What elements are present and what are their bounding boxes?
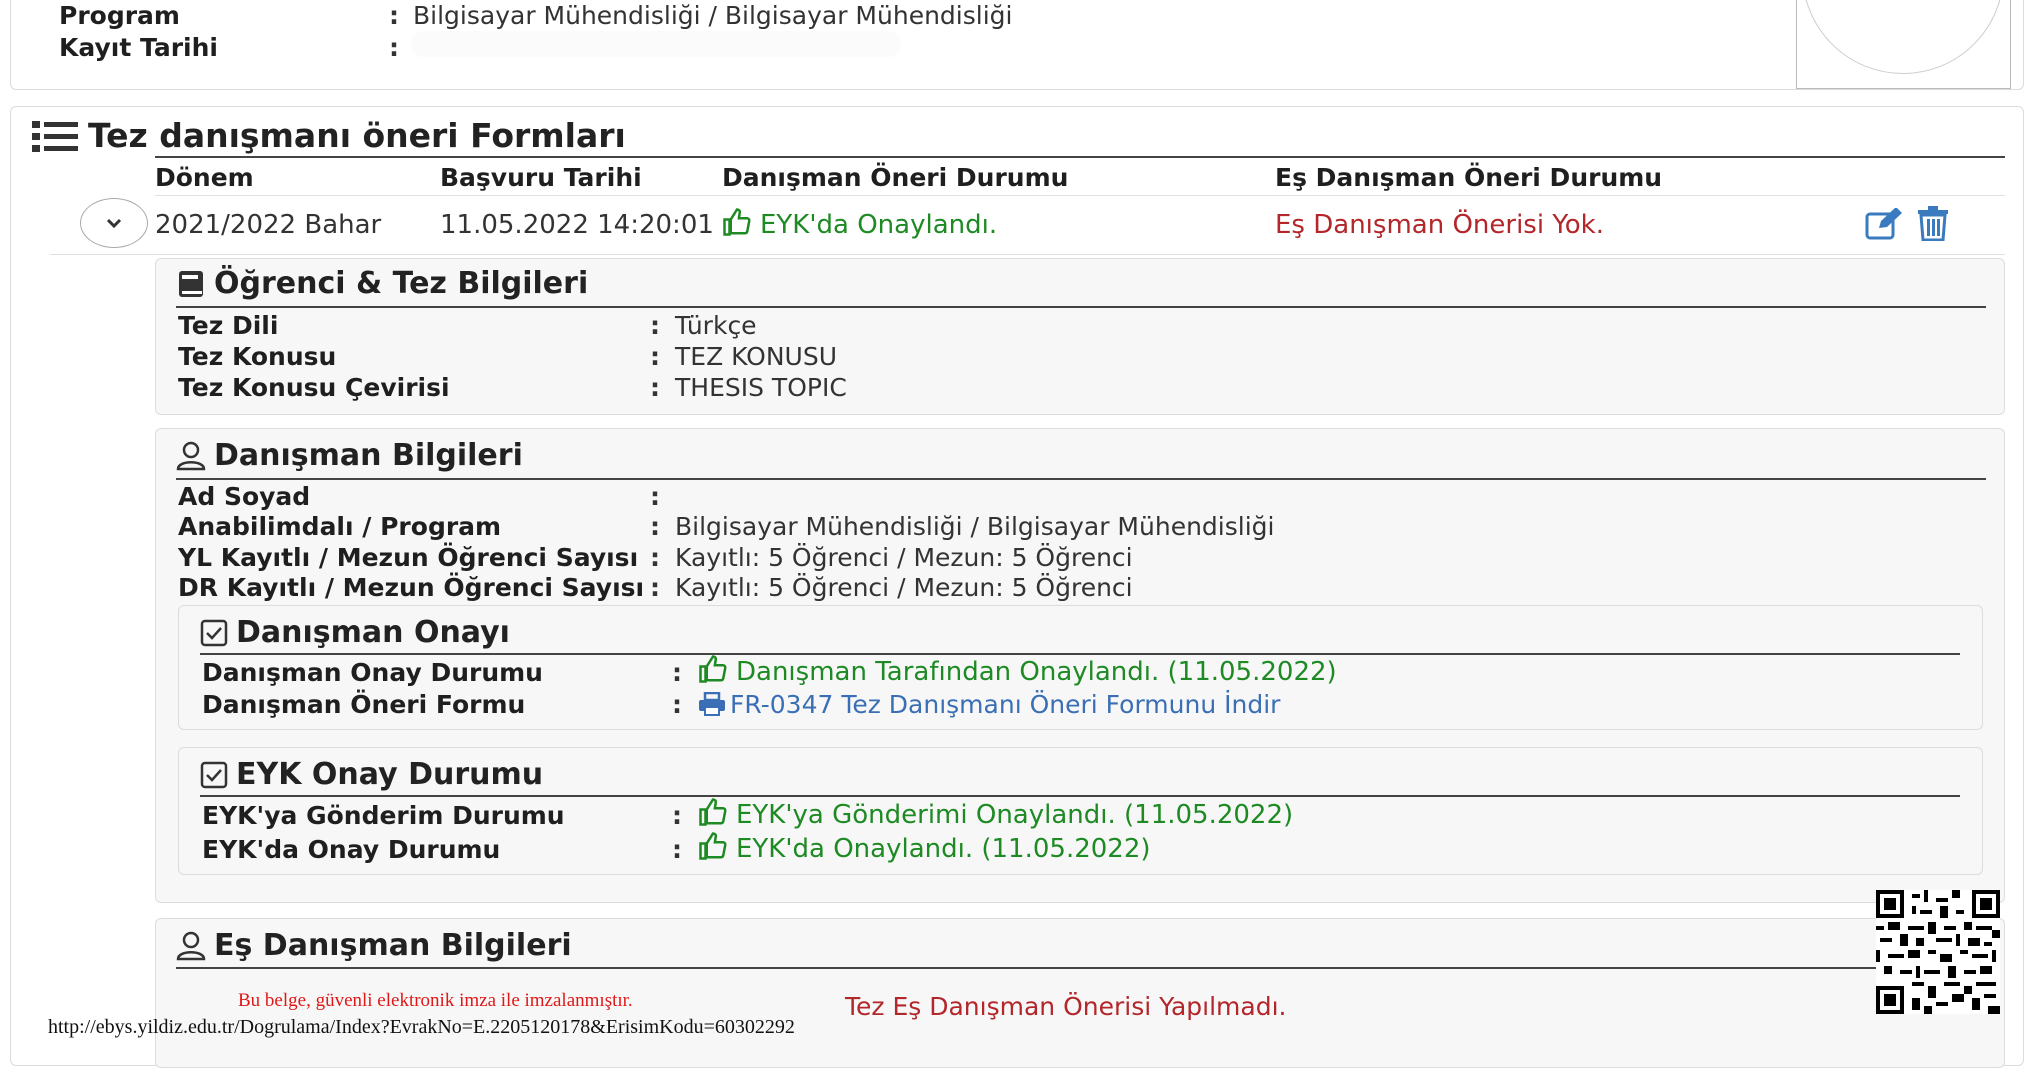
tez-konusu-colon: : bbox=[650, 342, 660, 371]
danisman-title-text: Danışman Bilgileri bbox=[214, 438, 523, 473]
eyk-onay-durumu-colon: : bbox=[672, 835, 682, 864]
row-es-danisman-durum: Eş Danışman Önerisi Yok. bbox=[1275, 210, 1604, 240]
chevron-down-icon bbox=[106, 218, 122, 228]
danisman-rule bbox=[176, 478, 1986, 480]
table-row-line bbox=[50, 254, 2005, 255]
tez-konusu-value: TEZ KONUSU bbox=[675, 342, 838, 371]
dr-sayisi-colon: : bbox=[650, 573, 660, 602]
checkbox-icon bbox=[200, 619, 228, 646]
ogrenci-tez-rule bbox=[176, 306, 1986, 308]
eyk-onay-title-text: EYK Onay Durumu bbox=[236, 757, 544, 792]
book-icon bbox=[179, 270, 203, 297]
anabilimdali-value: Bilgisayar Mühendisliği / Bilgisayar Müh… bbox=[675, 512, 1275, 541]
es-danisman-title-text: Eş Danışman Bilgileri bbox=[214, 928, 572, 963]
forms-section-title-text: Tez danışmanı öneri Formları bbox=[88, 116, 626, 155]
trash-icon[interactable] bbox=[1917, 205, 1949, 241]
row-danisman-durum: EYK'da Onaylandı. bbox=[722, 207, 997, 240]
anabilimdali-colon: : bbox=[650, 512, 660, 541]
download-form-link-text: FR-0347 Tez Danışmanı Öneri Formunu İndi… bbox=[730, 690, 1281, 719]
student-info-panel: Program : Bilgisayar Mühendisliği / Bilg… bbox=[10, 0, 2024, 90]
eyk-gonderim-text: EYK'ya Gönderimi Onaylandı. (11.05.2022) bbox=[736, 800, 1294, 830]
dr-sayisi-value: Kayıtlı: 5 Öğrenci / Mezun: 5 Öğrenci bbox=[675, 573, 1133, 602]
program-label: Program bbox=[59, 1, 180, 30]
dr-sayisi-label: DR Kayıtlı / Mezun Öğrenci Sayısı bbox=[178, 573, 645, 602]
verify-url[interactable]: http://ebys.yildiz.edu.tr/Dogrulama/Inde… bbox=[48, 1016, 795, 1039]
es-danisman-rule bbox=[176, 967, 1986, 969]
user-icon bbox=[176, 931, 206, 960]
tez-dili-colon: : bbox=[650, 311, 660, 340]
danisman-onay-durumu-label: Danışman Onay Durumu bbox=[202, 658, 543, 687]
thumbs-up-icon bbox=[723, 208, 751, 236]
ogrenci-tez-title: Öğrenci & Tez Bilgileri bbox=[176, 266, 588, 301]
user-icon bbox=[176, 441, 206, 470]
eyk-gonderim-label: EYK'ya Gönderim Durumu bbox=[202, 801, 565, 830]
danisman-onay-durumu-colon: : bbox=[672, 658, 682, 687]
ogrenci-tez-title-text: Öğrenci & Tez Bilgileri bbox=[214, 266, 589, 301]
danisman-onay-durumu-value: Danışman Tarafından Onaylandı. (11.05.20… bbox=[698, 654, 1337, 687]
danisman-oneri-formu-label: Danışman Öneri Formu bbox=[202, 690, 526, 719]
qr-code bbox=[1876, 890, 2000, 1014]
eyk-gonderim-value: EYK'ya Gönderimi Onaylandı. (11.05.2022) bbox=[698, 797, 1293, 830]
yl-sayisi-label: YL Kayıtlı / Mezun Öğrenci Sayısı bbox=[178, 543, 639, 572]
thumbs-up-icon bbox=[699, 655, 727, 683]
tez-konusu-cevirisi-label: Tez Konusu Çevirisi bbox=[178, 373, 450, 402]
es-danisman-title: Eş Danışman Bilgileri bbox=[176, 928, 572, 963]
col-header-danisman-durum: Danışman Öneri Durumu bbox=[722, 163, 1069, 192]
eyk-onay-durumu-value: EYK'da Onaylandı. (11.05.2022) bbox=[698, 831, 1151, 864]
eyk-onay-title: EYK Onay Durumu bbox=[200, 757, 543, 792]
col-header-basvuru: Başvuru Tarihi bbox=[440, 163, 642, 192]
thumbs-up-icon bbox=[699, 832, 727, 860]
es-danisman-empty-text: Tez Eş Danışman Önerisi Yapılmadı. bbox=[845, 992, 1287, 1021]
danisman-title: Danışman Bilgileri bbox=[176, 438, 523, 473]
anabilimdali-label: Anabilimdalı / Program bbox=[178, 512, 502, 541]
col-header-donem: Dönem bbox=[155, 163, 254, 192]
row-danisman-durum-text: EYK'da Onaylandı. bbox=[760, 210, 998, 240]
photo-avatar-circle bbox=[1802, 0, 2004, 74]
danisman-onay-durumu-text: Danışman Tarafından Onaylandı. (11.05.20… bbox=[736, 657, 1337, 687]
danisman-oneri-formu-colon: : bbox=[672, 690, 682, 719]
signature-note: Bu belge, güvenli elektronik imza ile im… bbox=[238, 990, 633, 1011]
checkbox-icon bbox=[200, 761, 228, 788]
kayit-value-redacted bbox=[411, 31, 901, 57]
col-header-es-danisman-durum: Eş Danışman Öneri Durumu bbox=[1275, 163, 1663, 192]
tez-dili-value: Türkçe bbox=[675, 311, 757, 340]
ad-soyad-colon: : bbox=[650, 482, 660, 511]
edit-icon[interactable] bbox=[1865, 208, 1903, 240]
program-value: Bilgisayar Mühendisliği / Bilgisayar Müh… bbox=[413, 1, 1013, 30]
yl-sayisi-colon: : bbox=[650, 543, 660, 572]
eyk-onay-durumu-text: EYK'da Onaylandı. (11.05.2022) bbox=[736, 834, 1151, 864]
tez-konusu-label: Tez Konusu bbox=[178, 342, 337, 371]
eyk-gonderim-colon: : bbox=[672, 801, 682, 830]
printer-icon bbox=[699, 691, 725, 716]
forms-section-title: Tez danışmanı öneri Formları bbox=[30, 116, 626, 155]
kayit-colon: : bbox=[389, 33, 399, 62]
tez-konusu-cevirisi-colon: : bbox=[650, 373, 660, 402]
yl-sayisi-value: Kayıtlı: 5 Öğrenci / Mezun: 5 Öğrenci bbox=[675, 543, 1133, 572]
expand-row-button[interactable] bbox=[80, 198, 148, 248]
tez-dili-label: Tez Dili bbox=[178, 311, 279, 340]
list-icon bbox=[32, 120, 78, 152]
danisman-onayi-title-text: Danışman Onayı bbox=[236, 615, 510, 650]
download-form-link[interactable]: FR-0347 Tez Danışmanı Öneri Formunu İndi… bbox=[698, 690, 1280, 719]
forms-title-rule bbox=[155, 156, 2005, 158]
table-header-line bbox=[155, 195, 2005, 196]
program-colon: : bbox=[389, 1, 399, 30]
photo-box bbox=[1796, 0, 2011, 89]
eyk-onay-durumu-label: EYK'da Onay Durumu bbox=[202, 835, 501, 864]
ad-soyad-label: Ad Soyad bbox=[178, 482, 311, 511]
kayit-label: Kayıt Tarihi bbox=[59, 33, 218, 62]
danisman-onayi-title: Danışman Onayı bbox=[200, 615, 510, 650]
row-donem: 2021/2022 Bahar bbox=[155, 210, 382, 240]
tez-konusu-cevirisi-value: THESIS TOPIC bbox=[675, 373, 847, 402]
thumbs-up-icon bbox=[699, 798, 727, 826]
row-basvuru: 11.05.2022 14:20:01 bbox=[440, 210, 714, 240]
